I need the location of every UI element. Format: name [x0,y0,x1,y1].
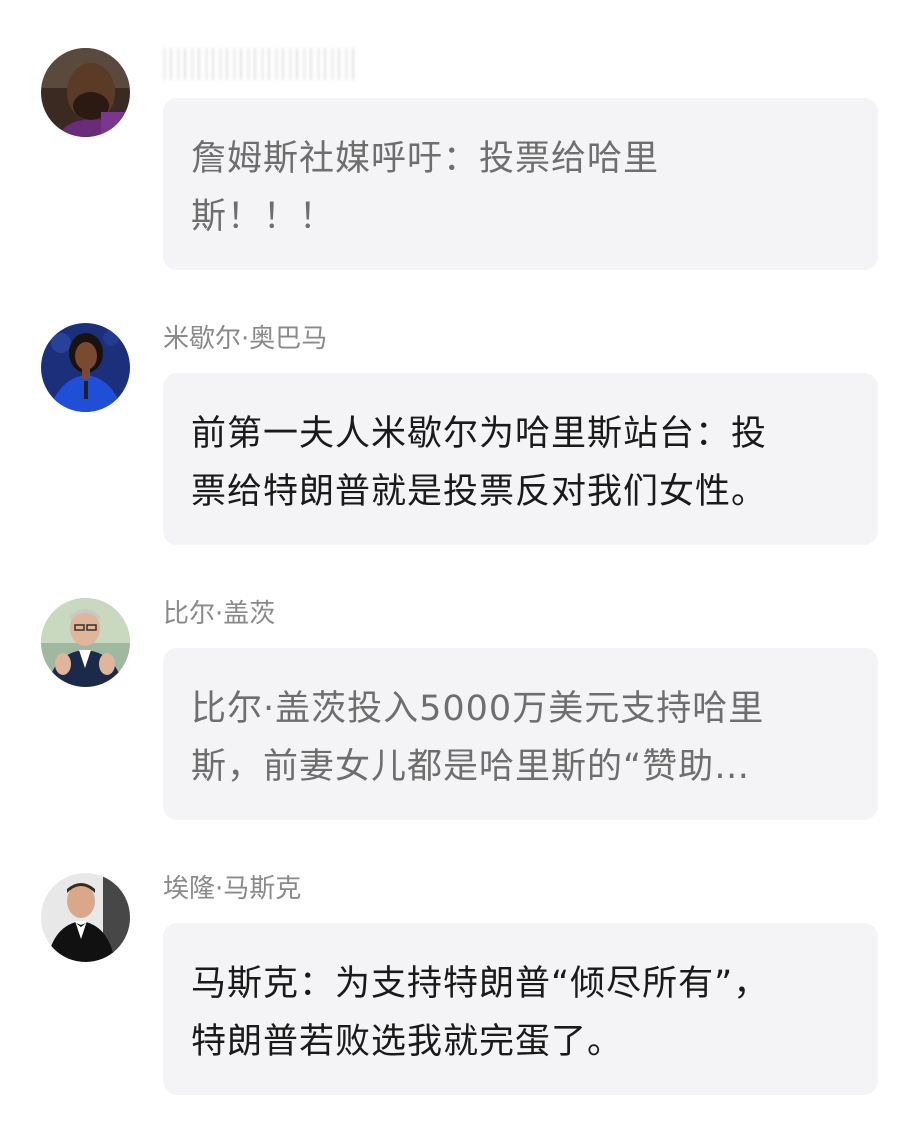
message-line: 前第一夫人米歇尔为哈里斯站台：投 [191,414,768,454]
message-text: 马斯克：为支持特朗普“倾尽所有”， 特朗普若败选我就完蛋了。 [191,955,850,1071]
message-bubble[interactable]: 比尔·盖茨投入5000万美元支持哈里 斯，前妻女儿都是哈里斯的“赞助… [163,648,878,820]
sender-name: 米歇尔·奥巴马 [163,324,328,354]
avatar-lebron-icon [41,48,130,137]
message-text: 詹姆斯社媒呼吁：投票给哈里 斯！！！ [191,130,850,246]
sender-name-blurred [163,48,359,80]
message-line: 比尔·盖茨投入5000万美元支持哈里 [191,689,765,729]
message-line: 马斯克：为支持特朗普“倾尽所有”， [191,964,770,1004]
avatar-bill-icon [41,598,130,687]
message-line: 票给特朗普就是投票反对我们女性。 [191,472,768,512]
sender-name: 比尔·盖茨 [163,599,276,629]
message-line: 特朗普若败选我就完蛋了。 [191,1022,624,1062]
message-bubble[interactable]: 前第一夫人米歇尔为哈里斯站台：投 票给特朗普就是投票反对我们女性。 [163,373,878,545]
message-text: 比尔·盖茨投入5000万美元支持哈里 斯，前妻女儿都是哈里斯的“赞助… [191,680,850,796]
avatar[interactable] [41,598,130,687]
avatar[interactable] [41,873,130,962]
message-text: 前第一夫人米歇尔为哈里斯站台：投 票给特朗普就是投票反对我们女性。 [191,405,850,521]
message-bubble[interactable]: 马斯克：为支持特朗普“倾尽所有”， 特朗普若败选我就完蛋了。 [163,923,878,1095]
message-line: 詹姆斯社媒呼吁：投票给哈里 [191,139,660,179]
message-bubble[interactable]: 詹姆斯社媒呼吁：投票给哈里 斯！！！ [163,98,878,270]
message-line: 斯，前妻女儿都是哈里斯的“赞助… [191,747,751,787]
message-line: 斯！！！ [191,197,336,237]
sender-name: 埃隆·马斯克 [163,874,302,904]
avatar[interactable] [41,48,130,137]
avatar[interactable] [41,323,130,412]
avatar-elon-icon [41,873,130,962]
avatar-michelle-icon [41,323,130,412]
